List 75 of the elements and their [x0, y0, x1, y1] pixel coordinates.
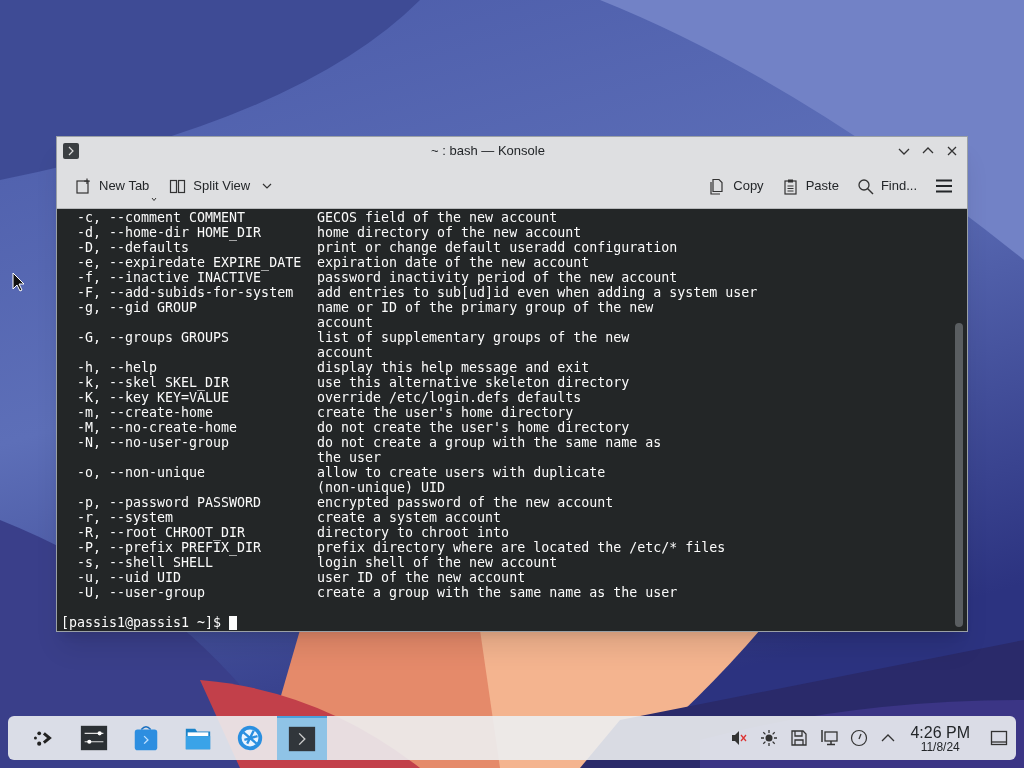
- option-text: -p, --password PASSWORD: [76, 495, 263, 510]
- option-text: -c, --comment COMMENT: [76, 210, 247, 225]
- option-text: -r, --system: [76, 510, 175, 525]
- option-description: login shell of the new account: [317, 555, 558, 570]
- find-button[interactable]: Find...: [852, 173, 921, 199]
- globe-icon: [235, 723, 265, 753]
- option-text: -N, --no-user-group: [76, 435, 231, 450]
- search-icon: [856, 177, 874, 195]
- option-text: -K, --key KEY=VALUE: [76, 390, 231, 405]
- option-description: account: [317, 315, 374, 330]
- option-description: override /etc/login.defs defaults: [317, 390, 582, 405]
- option-text: -U, --user-group: [76, 585, 207, 600]
- option-description: allow to create users with duplicate: [317, 465, 606, 480]
- text-cursor: [229, 615, 238, 630]
- option-text: -P, --prefix PREFIX_DIR: [76, 540, 263, 555]
- show-desktop-icon[interactable]: [990, 729, 1008, 747]
- option-text: -k, --skel SKEL_DIR: [76, 375, 231, 390]
- option-description: name or ID of the primary group of the new: [317, 300, 654, 315]
- option-description: password inactivity period of the new account: [317, 270, 678, 285]
- copy-button[interactable]: Copy: [705, 173, 768, 199]
- option-description: do not create the user's home directory: [317, 420, 630, 435]
- taskbar-app[interactable]: [277, 716, 327, 760]
- option-text: -D, --defaults: [76, 240, 191, 255]
- option-description: home directory of the new account: [317, 225, 582, 240]
- gauge-icon[interactable]: [850, 729, 869, 747]
- option-text: -h, --help: [76, 360, 159, 375]
- terminal-app-icon: [63, 142, 79, 159]
- option-description: add entries to sub[ud]id even when adding a system user: [317, 285, 758, 300]
- brightness-icon[interactable]: [760, 729, 779, 747]
- option-text: -R, --root CHROOT_DIR: [76, 525, 247, 540]
- network-icon[interactable]: [820, 729, 839, 747]
- option-text: -f, --inactive INACTIVE: [76, 270, 262, 285]
- sliders-icon: [79, 723, 109, 753]
- option-text: -s, --shell SHELL: [76, 555, 214, 570]
- menu-icon[interactable]: [935, 179, 953, 193]
- option-description: use this alternative skeleton directory: [317, 375, 630, 390]
- paste-button[interactable]: Paste: [777, 173, 843, 199]
- option-description: account: [317, 345, 374, 360]
- option-description: directory to chroot into: [317, 525, 510, 540]
- new-tab-icon: [75, 177, 92, 195]
- option-text: -e, --expiredate EXPIRE_DATE: [76, 255, 303, 270]
- split-view-button[interactable]: Split View: [165, 173, 278, 199]
- scrollbar-thumb[interactable]: [955, 323, 963, 627]
- option-description: list of supplementary groups of the new: [317, 330, 630, 345]
- split-view-icon: [169, 177, 187, 195]
- option-text: -o, --non-unique: [76, 465, 207, 480]
- window-title: ~ : bash — Konsole: [431, 141, 545, 160]
- option-text: -G, --groups GROUPS: [76, 330, 231, 345]
- shell-prompt: [passis1@passis1 ~]$: [61, 615, 222, 630]
- option-description: GECOS field of the new account: [317, 210, 558, 225]
- cursor-icon: [12, 272, 25, 292]
- option-text: -M, --no-create-home: [76, 420, 239, 435]
- option-description: create a system account: [317, 510, 502, 525]
- new-tab-button[interactable]: New Tab: [71, 173, 154, 199]
- clipboard-icon: [781, 177, 799, 195]
- option-description: do not create a group with the same name as: [317, 435, 662, 450]
- option-description: print or change default useradd configuration: [317, 240, 678, 255]
- option-text: -g, --gid GROUP: [76, 300, 199, 315]
- option-text: -F, --add-subids-for-system: [76, 285, 295, 300]
- option-description: prefix directory where are located the /etc/* files: [317, 540, 726, 555]
- clock[interactable]: 4:26 PM 11/8/24: [908, 723, 972, 753]
- option-text: -m, --create-home: [76, 405, 215, 420]
- option-description: display this help message and exit: [317, 360, 590, 375]
- terminal-icon: [287, 724, 317, 754]
- option-text: -d, --home-dir HOME_DIR: [76, 225, 263, 240]
- caret-icon: [151, 196, 158, 202]
- option-description: create the user's home directory: [317, 405, 574, 420]
- option-description: user ID of the new account: [317, 570, 526, 585]
- option-description: expiration date of the new account: [317, 255, 590, 270]
- option-description: the user: [317, 450, 382, 465]
- option-description: encrypted password of the new account: [317, 495, 614, 510]
- option-description: (non-unique) UID: [317, 480, 446, 495]
- option-text: -u, --uid UID: [76, 570, 183, 585]
- option-description: create a group with the same name as the user: [317, 585, 678, 600]
- muted-speaker-icon[interactable]: [730, 729, 749, 747]
